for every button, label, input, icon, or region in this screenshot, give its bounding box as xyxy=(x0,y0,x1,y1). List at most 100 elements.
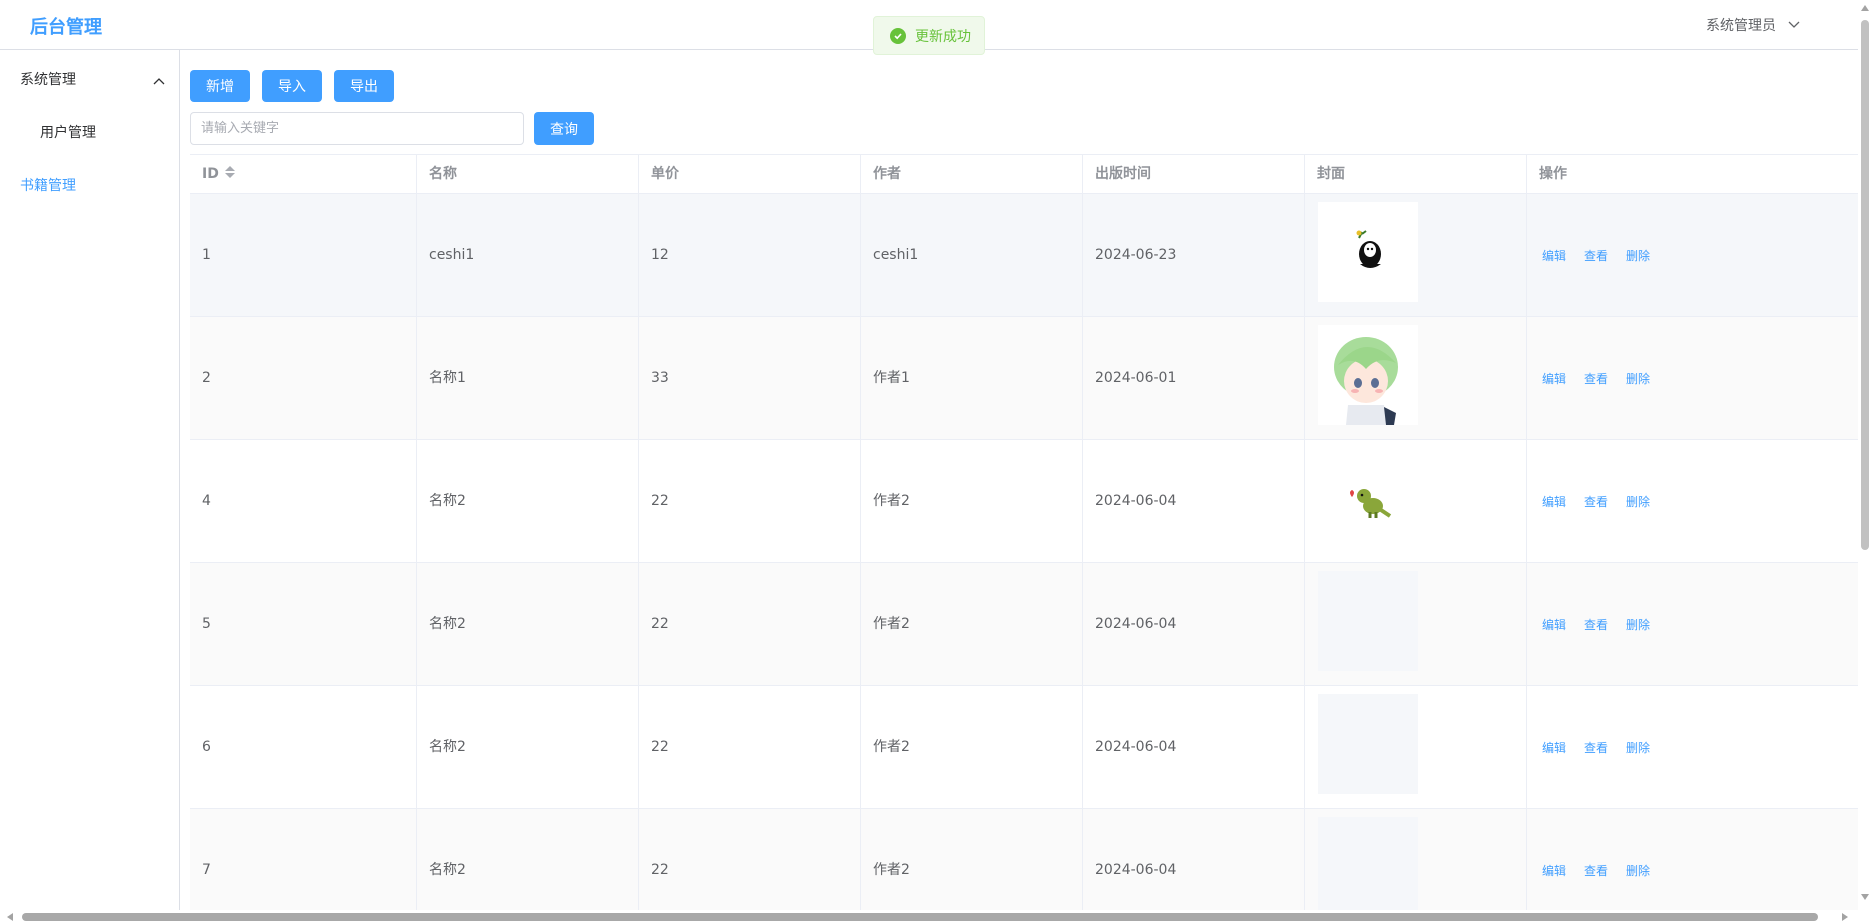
column-header-name: 名称 xyxy=(417,155,639,194)
delete-link[interactable]: 删除 xyxy=(1626,493,1650,510)
cell-name: 名称2 xyxy=(417,563,639,686)
cell-date: 2024-06-04 xyxy=(1083,563,1305,686)
cover-image[interactable] xyxy=(1318,202,1418,302)
column-header-label: ID xyxy=(202,166,219,182)
cell-cover xyxy=(1305,563,1527,686)
cell-date: 2024-06-04 xyxy=(1083,809,1305,910)
cell-price: 33 xyxy=(639,317,861,440)
books-table: ID 名称 单价 作者 出版时间 封面 操作 1 ceshi1 12 ceshi1 20… xyxy=(190,154,1858,910)
view-link[interactable]: 查看 xyxy=(1584,493,1608,510)
success-toast: 更新成功 xyxy=(873,16,985,55)
cover-image[interactable] xyxy=(1318,571,1418,671)
user-name: 系统管理员 xyxy=(1706,18,1776,34)
sidebar-item-users[interactable]: 用户管理 xyxy=(40,122,96,142)
column-header-date: 出版时间 xyxy=(1083,155,1305,194)
cover-image[interactable] xyxy=(1318,817,1418,910)
view-link[interactable]: 查看 xyxy=(1584,247,1608,264)
table-row: 2 名称1 33 作者1 2024-06-01 编辑 查看 删除 xyxy=(190,317,1858,440)
table-row: 5 名称2 22 作者2 2024-06-04 编辑 查看 删除 xyxy=(190,563,1858,686)
cover-image[interactable] xyxy=(1318,325,1418,425)
sidebar-group-label: 系统管理 xyxy=(20,72,76,88)
check-circle-icon xyxy=(890,27,906,44)
scroll-left-arrow-icon[interactable] xyxy=(6,913,14,921)
cell-actions: 编辑 查看 删除 xyxy=(1527,809,1650,910)
cell-price: 22 xyxy=(639,440,861,563)
cell-price: 22 xyxy=(639,563,861,686)
delete-link[interactable]: 删除 xyxy=(1626,247,1650,264)
cell-date: 2024-06-01 xyxy=(1083,317,1305,440)
cell-date: 2024-06-04 xyxy=(1083,686,1305,809)
chevron-up-icon xyxy=(153,73,165,89)
cell-name: 名称1 xyxy=(417,317,639,440)
chevron-down-icon xyxy=(1788,17,1800,33)
view-link[interactable]: 查看 xyxy=(1584,739,1608,756)
edit-link[interactable]: 编辑 xyxy=(1542,616,1566,633)
toast-message: 更新成功 xyxy=(915,28,971,45)
cell-actions: 编辑 查看 删除 xyxy=(1527,194,1650,317)
cell-id: 4 xyxy=(190,440,417,563)
cell-cover xyxy=(1305,194,1527,317)
table-row: 6 名称2 22 作者2 2024-06-04 编辑 查看 删除 xyxy=(190,686,1858,809)
cell-cover xyxy=(1305,440,1527,563)
delete-link[interactable]: 删除 xyxy=(1626,739,1650,756)
cell-name: 名称2 xyxy=(417,809,639,910)
view-link[interactable]: 查看 xyxy=(1584,616,1608,633)
cover-image[interactable] xyxy=(1318,448,1418,548)
cell-price: 22 xyxy=(639,686,861,809)
scroll-down-arrow-icon[interactable] xyxy=(1861,893,1869,901)
column-header-price: 单价 xyxy=(639,155,861,194)
cell-name: 名称2 xyxy=(417,686,639,809)
cell-author: 作者1 xyxy=(861,317,1083,440)
export-button[interactable]: 导出 xyxy=(334,70,394,102)
vertical-scroll-thumb[interactable] xyxy=(1861,20,1869,550)
cell-id: 7 xyxy=(190,809,417,910)
edit-link[interactable]: 编辑 xyxy=(1542,739,1566,756)
query-button[interactable]: 查询 xyxy=(534,112,594,145)
cell-author: 作者2 xyxy=(861,809,1083,910)
sort-icon[interactable] xyxy=(224,166,235,180)
cell-author: ceshi1 xyxy=(861,194,1083,317)
cell-cover xyxy=(1305,809,1527,910)
cell-price: 22 xyxy=(639,809,861,910)
sidebar-group-system[interactable]: 系统管理 xyxy=(20,69,165,91)
cell-actions: 编辑 查看 删除 xyxy=(1527,686,1650,809)
scroll-right-arrow-icon[interactable] xyxy=(1841,913,1849,921)
cell-actions: 编辑 查看 删除 xyxy=(1527,563,1650,686)
view-link[interactable]: 查看 xyxy=(1584,862,1608,879)
scroll-up-arrow-icon[interactable] xyxy=(1861,4,1869,12)
delete-link[interactable]: 删除 xyxy=(1626,370,1650,387)
edit-link[interactable]: 编辑 xyxy=(1542,493,1566,510)
column-header-author: 作者 xyxy=(861,155,1083,194)
table-header: ID 名称 单价 作者 出版时间 封面 操作 xyxy=(190,155,1858,194)
edit-link[interactable]: 编辑 xyxy=(1542,370,1566,387)
vertical-scrollbar[interactable] xyxy=(1858,0,1872,924)
cell-date: 2024-06-04 xyxy=(1083,440,1305,563)
sidebar: 系统管理 用户管理 书籍管理 xyxy=(0,50,180,910)
edit-link[interactable]: 编辑 xyxy=(1542,862,1566,879)
view-link[interactable]: 查看 xyxy=(1584,370,1608,387)
table-row: 7 名称2 22 作者2 2024-06-04 编辑 查看 删除 xyxy=(190,809,1858,910)
cell-actions: 编辑 查看 删除 xyxy=(1527,440,1650,563)
import-button[interactable]: 导入 xyxy=(262,70,322,102)
cell-id: 5 xyxy=(190,563,417,686)
sidebar-item-books[interactable]: 书籍管理 xyxy=(20,175,76,195)
delete-link[interactable]: 删除 xyxy=(1626,616,1650,633)
user-menu[interactable]: 系统管理员 xyxy=(1706,15,1800,35)
horizontal-scroll-thumb[interactable] xyxy=(22,913,1818,921)
edit-link[interactable]: 编辑 xyxy=(1542,247,1566,264)
delete-link[interactable]: 删除 xyxy=(1626,862,1650,879)
column-header-id[interactable]: ID xyxy=(190,155,417,194)
cell-cover xyxy=(1305,686,1527,809)
search-input[interactable] xyxy=(190,112,524,145)
cell-name: ceshi1 xyxy=(417,194,639,317)
cell-name: 名称2 xyxy=(417,440,639,563)
cell-author: 作者2 xyxy=(861,686,1083,809)
cover-image[interactable] xyxy=(1318,694,1418,794)
cell-id: 1 xyxy=(190,194,417,317)
add-button[interactable]: 新增 xyxy=(190,70,250,102)
brand-title[interactable]: 后台管理 xyxy=(30,13,102,39)
table-row: 1 ceshi1 12 ceshi1 2024-06-23 编辑 查看 删除 xyxy=(190,194,1858,317)
cell-author: 作者2 xyxy=(861,563,1083,686)
horizontal-scrollbar[interactable] xyxy=(0,910,1858,924)
cell-author: 作者2 xyxy=(861,440,1083,563)
